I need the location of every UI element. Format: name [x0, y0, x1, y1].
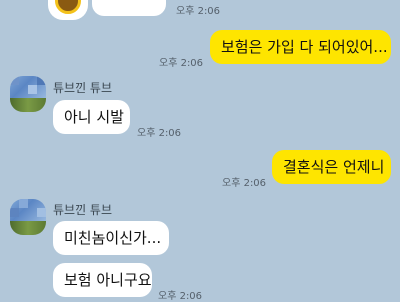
sender-avatar[interactable]	[10, 199, 46, 235]
my-message-bubble[interactable]: 보험은 가입 다 되어있어...	[210, 30, 391, 64]
sender-avatar[interactable]	[10, 76, 46, 112]
message-text: 보험은 가입 다 되어있어...	[221, 38, 388, 56]
avatar-image	[55, 0, 81, 14]
message-time: 오후 2:06	[137, 128, 182, 139]
message-bubble-partial[interactable]	[92, 0, 166, 16]
message-text: 보험 아니구요	[64, 271, 152, 289]
message-text: 결혼식은 언제니	[283, 158, 385, 176]
their-message-bubble[interactable]: 아니 시발	[53, 100, 130, 134]
their-message-bubble[interactable]: 미친놈이신가...	[53, 221, 169, 255]
message-text: 미친놈이신가...	[64, 229, 162, 247]
message-time: 오후 2:06	[176, 6, 221, 17]
sender-name: 튜브낀 튜브	[53, 203, 113, 217]
message-time: 오후 2:06	[159, 58, 204, 69]
message-time: 오후 2:06	[222, 178, 267, 189]
message-text: 아니 시발	[64, 108, 124, 126]
chat-window: 오후 2:06 오후 2:06 보험은 가입 다 되어있어... 튜브낀 튜브 …	[0, 0, 400, 302]
profile-avatar[interactable]	[48, 0, 88, 20]
my-message-bubble[interactable]: 결혼식은 언제니	[272, 150, 391, 184]
their-message-bubble[interactable]: 보험 아니구요	[53, 263, 152, 297]
sender-name: 튜브낀 튜브	[53, 81, 113, 95]
